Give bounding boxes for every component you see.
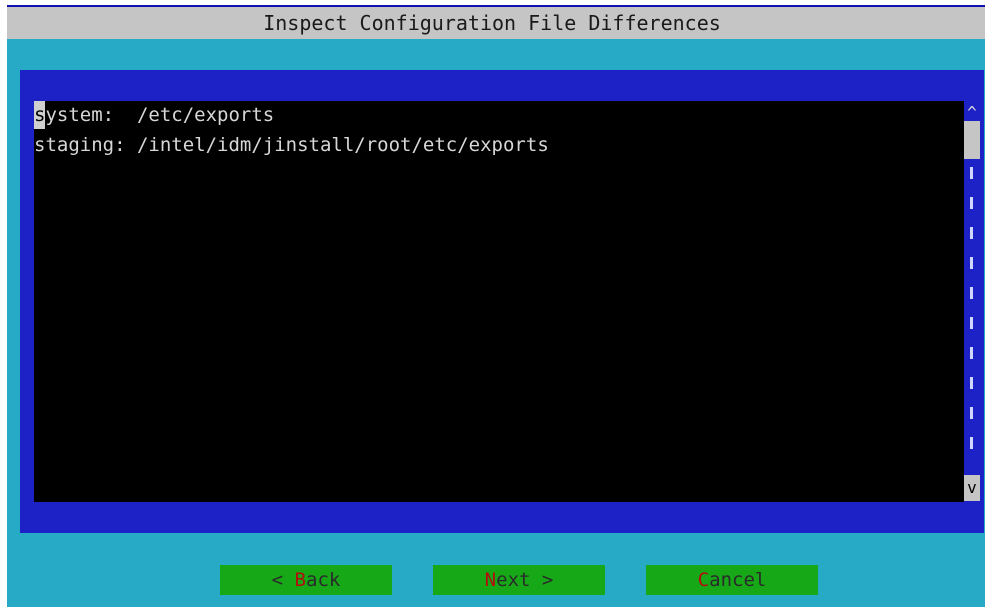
- scroll-track-mark: [970, 287, 973, 299]
- scroll-track-mark: [970, 377, 973, 389]
- diff-viewer[interactable]: system: /etc/exports staging: /intel/idm…: [34, 101, 964, 502]
- next-button-hotkey: N: [484, 569, 497, 591]
- terminal-screen: Inspect Configuration File Differences s…: [7, 5, 985, 607]
- back-button-suffix: ack: [306, 569, 341, 591]
- cancel-button-hotkey: C: [697, 569, 710, 591]
- diff-line-system-text: ystem: /etc/exports: [45, 104, 275, 126]
- next-button-suffix: ext >: [496, 569, 554, 591]
- scroll-track-mark: [970, 227, 973, 239]
- scroll-track-mark: [970, 197, 973, 209]
- scroll-track-mark: [970, 317, 973, 329]
- scroll-thumb[interactable]: [964, 121, 980, 159]
- cancel-button[interactable]: Cancel: [646, 565, 818, 595]
- diff-dialog: system: /etc/exports staging: /intel/idm…: [20, 70, 984, 533]
- back-button-hotkey: B: [294, 569, 306, 591]
- scroll-track-mark: [970, 257, 973, 269]
- diff-line-system: system: /etc/exports: [34, 101, 274, 129]
- scroll-up-arrow[interactable]: ^: [964, 105, 980, 121]
- scroll-track-mark: [970, 167, 973, 179]
- scroll-track-mark: [970, 347, 973, 359]
- back-button-prefix: <: [271, 569, 295, 591]
- vertical-scrollbar[interactable]: ^ v: [964, 101, 980, 502]
- next-button[interactable]: Next >: [433, 565, 605, 595]
- scroll-track-mark: [970, 437, 973, 449]
- text-cursor: s: [34, 101, 46, 129]
- scroll-down-arrow[interactable]: v: [964, 475, 980, 501]
- scroll-track-mark: [970, 407, 973, 419]
- diff-line-staging: staging: /intel/idm/jinstall/root/etc/ex…: [34, 134, 549, 156]
- back-button[interactable]: < Back: [220, 565, 392, 595]
- title-bar: Inspect Configuration File Differences: [7, 5, 985, 39]
- window-title: Inspect Configuration File Differences: [263, 11, 721, 35]
- cancel-button-suffix: ancel: [709, 569, 767, 591]
